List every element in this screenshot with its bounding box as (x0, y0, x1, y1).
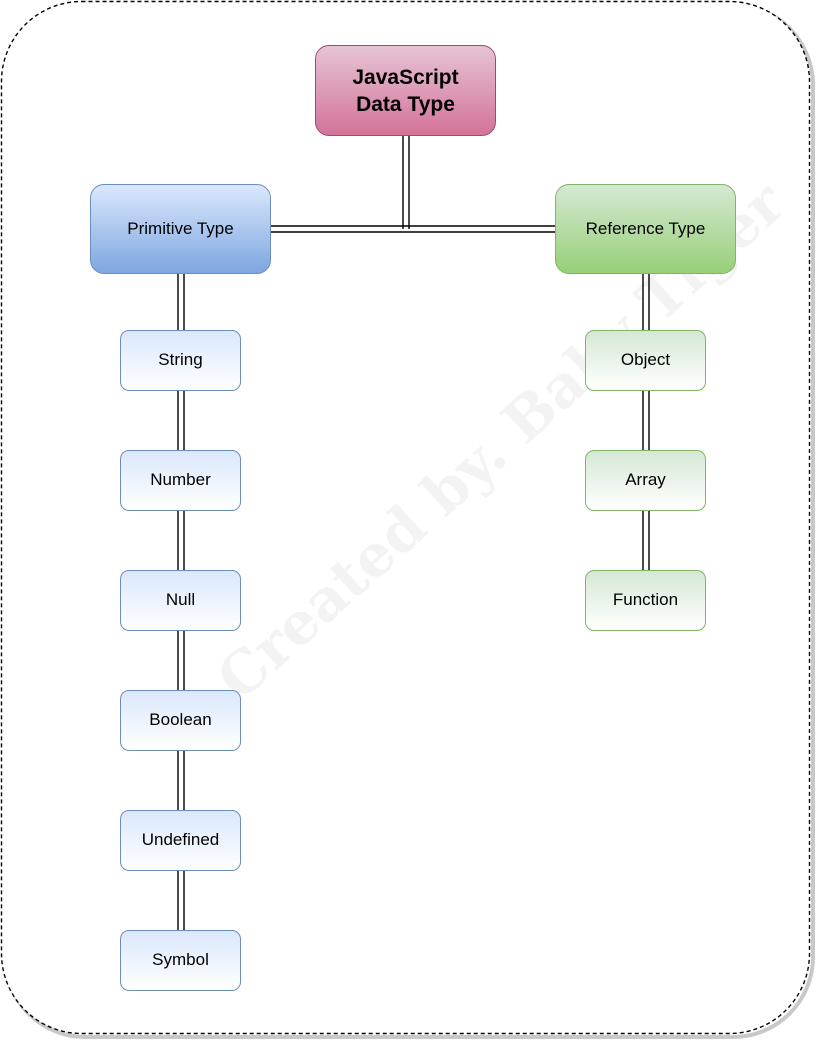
node-label: String (158, 350, 203, 370)
root-label-line-2: Data Type (356, 92, 455, 116)
root-label-line-1: JavaScript (352, 65, 459, 89)
node-label: Primitive Type (127, 218, 234, 238)
node-label: Number (150, 470, 211, 490)
node-reference-type[interactable]: Reference Type (555, 184, 736, 274)
node-object[interactable]: Object (585, 330, 706, 391)
node-null[interactable]: Null (120, 570, 241, 631)
root-node-javascript-data-type[interactable]: JavaScript Data Type (315, 45, 496, 136)
node-label: Null (165, 590, 196, 610)
node-boolean[interactable]: Boolean (120, 690, 241, 751)
node-label: Boolean (149, 710, 212, 730)
node-label: Reference Type (585, 218, 706, 238)
node-symbol[interactable]: Symbol (120, 930, 241, 991)
node-label: Undefined (141, 830, 220, 850)
node-number[interactable]: Number (120, 450, 241, 511)
node-string[interactable]: String (120, 330, 241, 391)
node-label: Function (612, 590, 679, 610)
node-undefined[interactable]: Undefined (120, 810, 241, 871)
node-function[interactable]: Function (585, 570, 706, 631)
node-primitive-type[interactable]: Primitive Type (90, 184, 271, 274)
node-array[interactable]: Array (585, 450, 706, 511)
node-label: Symbol (152, 950, 209, 970)
node-label: Object (620, 350, 671, 370)
node-label: Array (625, 470, 666, 490)
